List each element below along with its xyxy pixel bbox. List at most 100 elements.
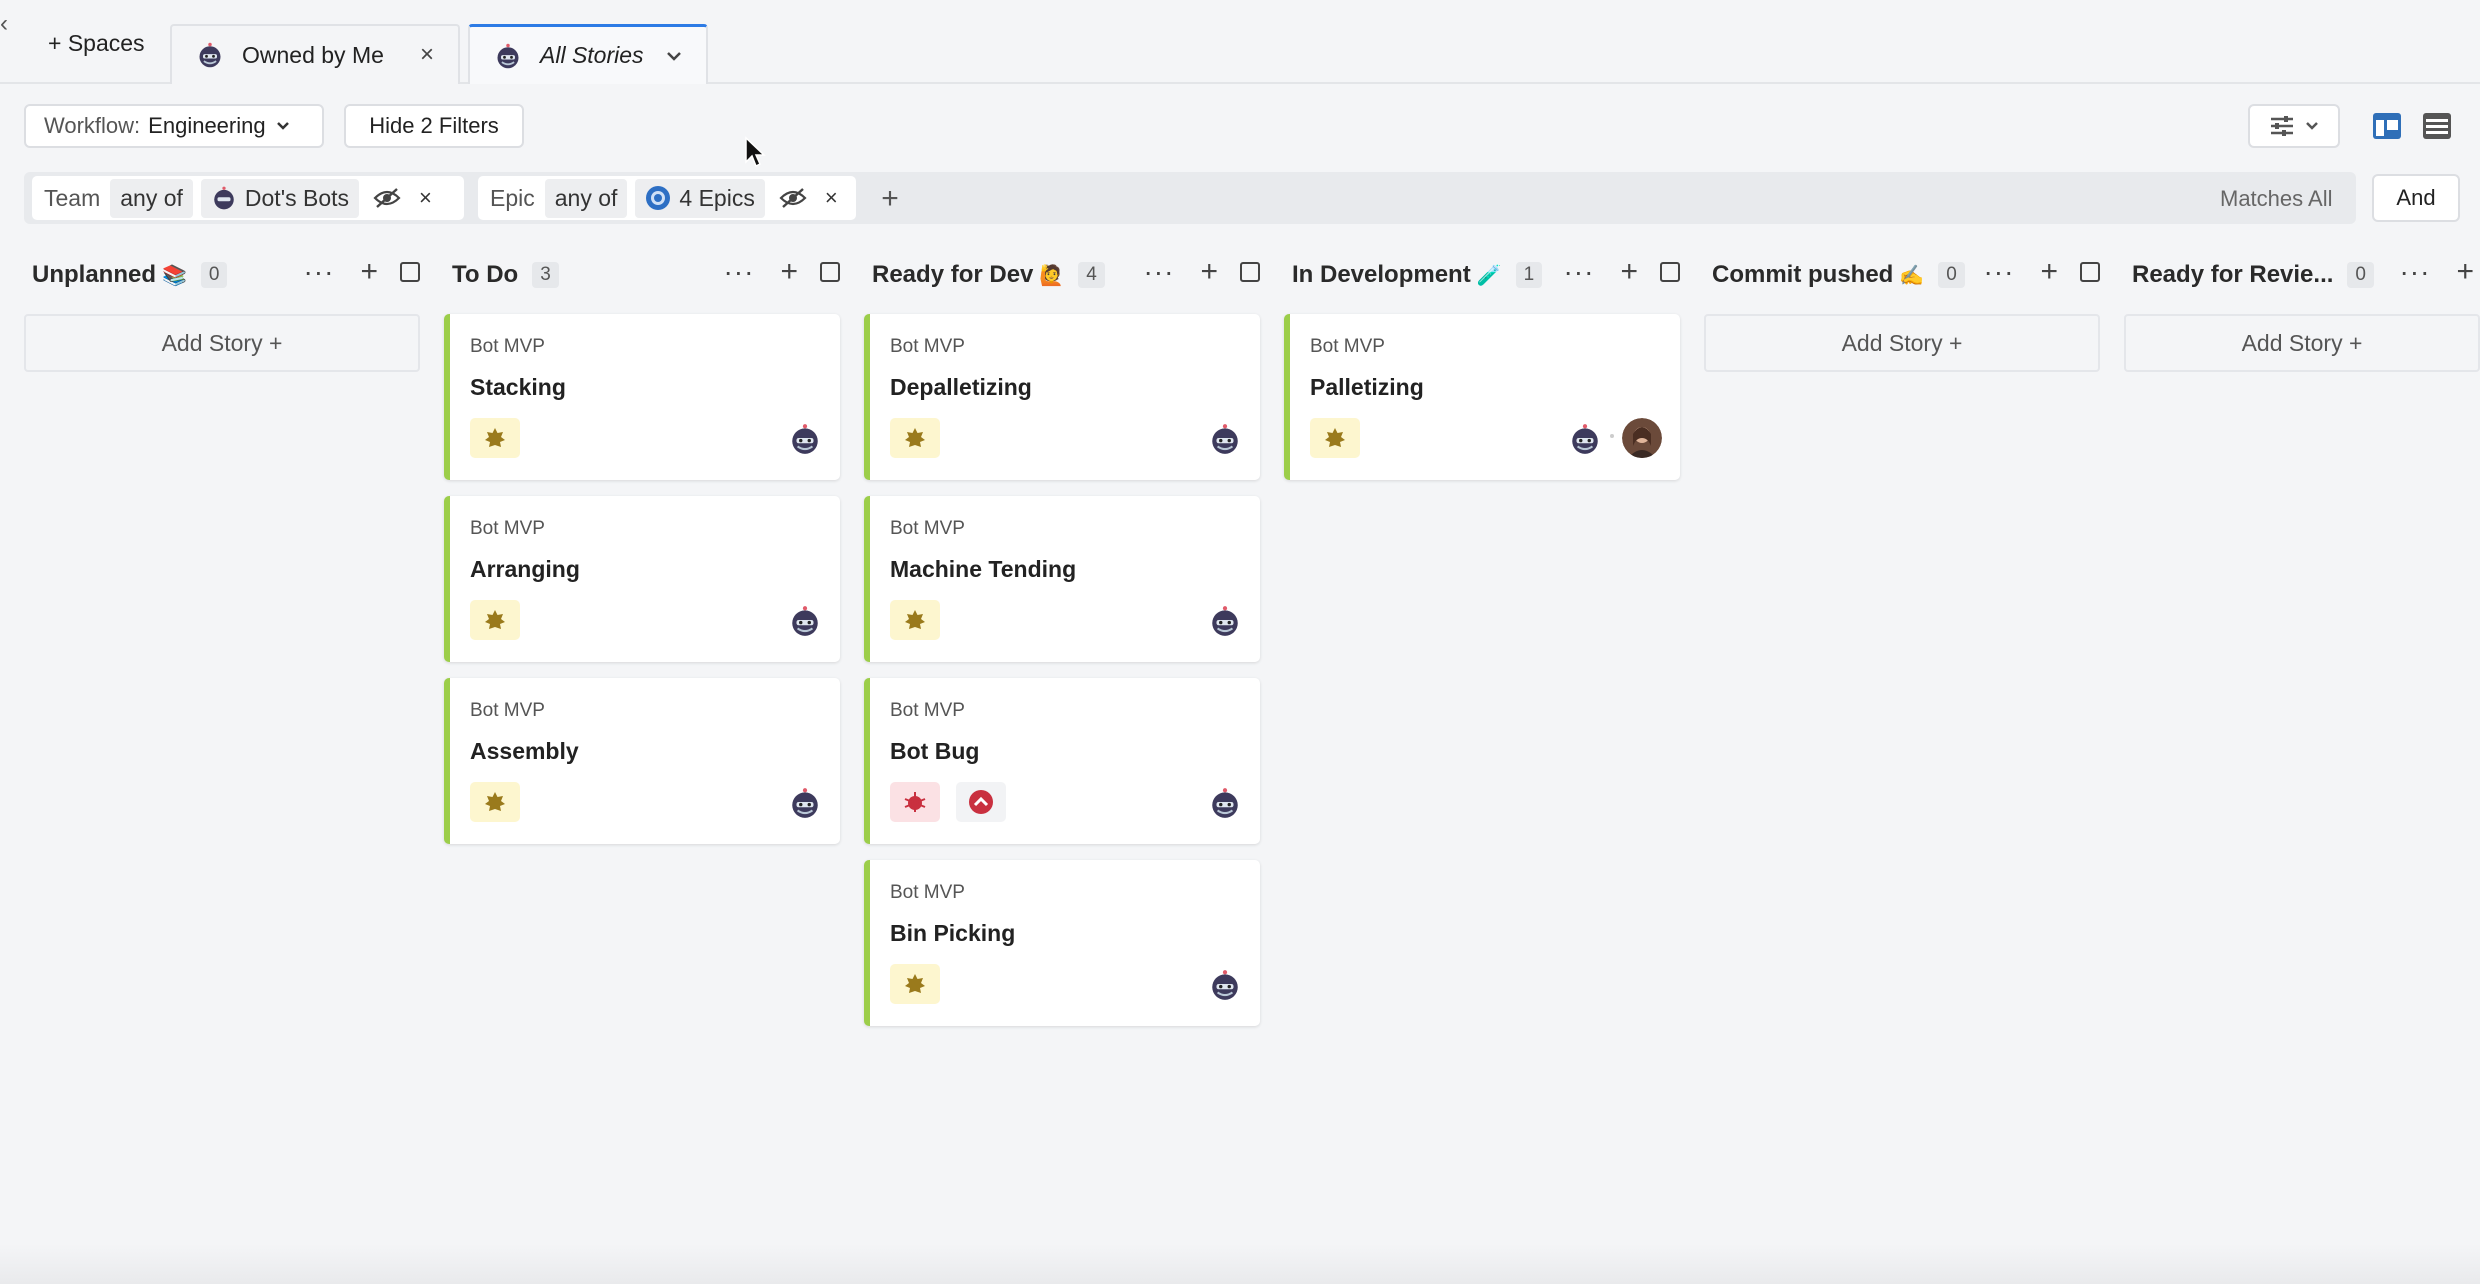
filter-operator[interactable]: any of xyxy=(110,178,193,218)
feature-type-badge xyxy=(470,418,520,458)
card-epic: Bot MVP xyxy=(470,518,545,539)
add-icon[interactable]: + xyxy=(2040,257,2058,287)
owner-avatar-icon[interactable] xyxy=(788,786,822,820)
column-emoji: 📚 xyxy=(162,264,187,287)
tab-all-stories[interactable]: All Stories xyxy=(468,24,708,84)
tab-owned-by-me[interactable]: Owned by Me × xyxy=(170,24,460,84)
column-count: 0 xyxy=(200,262,228,288)
filter-operator[interactable]: any of xyxy=(544,178,628,218)
column-header: In Development 🧪 1 ··· + xyxy=(1284,252,1680,298)
column-emoji: 🧪 xyxy=(1476,264,1502,287)
user-photo-avatar[interactable] xyxy=(1622,418,1662,458)
column-header: To Do 3 ··· + xyxy=(444,252,840,298)
owner-avatar-icon[interactable] xyxy=(1208,968,1242,1002)
add-icon[interactable]: + xyxy=(780,257,798,287)
chevron-down-icon xyxy=(2306,122,2318,130)
more-options-icon[interactable]: ··· xyxy=(2399,258,2430,286)
mouse-cursor-icon xyxy=(745,136,766,168)
column-title: Ready for Dev xyxy=(872,261,1034,288)
column-emoji: 🙋 xyxy=(1039,264,1065,287)
column-header: Ready for Revie... 0 ··· + xyxy=(2124,252,2480,298)
card-title: Depalletizing xyxy=(890,374,1032,400)
add-space-button[interactable]: + Spaces xyxy=(48,30,145,57)
card-title: Stacking xyxy=(470,374,566,400)
more-options-icon[interactable]: ··· xyxy=(1143,258,1174,286)
more-options-icon[interactable]: ··· xyxy=(303,258,334,286)
tab-all-stories-label: All Stories xyxy=(540,42,644,68)
story-card[interactable]: Bot MVP Bot Bug xyxy=(864,678,1260,844)
workflow-select[interactable]: Workflow: Engineering xyxy=(24,104,324,148)
add-filter-button[interactable]: + xyxy=(872,182,908,218)
filter-key: Epic xyxy=(490,184,535,211)
story-card[interactable]: Bot MVP Assembly xyxy=(444,678,840,844)
and-toggle-button[interactable]: And xyxy=(2372,174,2460,222)
list-view-icon[interactable] xyxy=(2422,112,2452,140)
more-options-icon[interactable]: ··· xyxy=(723,258,754,286)
add-story-button[interactable]: Add Story + xyxy=(1704,314,2100,372)
eye-off-icon[interactable] xyxy=(779,187,807,209)
column-header: Unplanned 📚 0 ··· + xyxy=(24,252,420,298)
add-story-button[interactable]: Add Story + xyxy=(2124,314,2480,372)
story-card[interactable]: Bot MVP Stacking xyxy=(444,314,840,480)
add-icon[interactable]: + xyxy=(1200,257,1218,287)
column-title: In Development xyxy=(1292,261,1471,288)
column-header: Commit pushed ✍️ 0 ··· + xyxy=(1704,252,2100,298)
board-view-icon[interactable] xyxy=(2372,112,2402,140)
column-header: Ready for Dev 🙋 4 ··· + xyxy=(864,252,1260,298)
owner-separator xyxy=(1610,434,1614,438)
feature-icon xyxy=(485,792,505,811)
close-icon[interactable]: × xyxy=(420,41,434,69)
card-epic: Bot MVP xyxy=(890,700,965,721)
eye-off-icon[interactable] xyxy=(373,187,401,209)
column-commit-pushed: Commit pushed ✍️ 0 ··· + Add Story + xyxy=(1704,252,2100,372)
filter-value[interactable]: Dot's Bots xyxy=(200,178,360,218)
story-card[interactable]: Bot MVP Palletizing xyxy=(1284,314,1680,480)
add-icon[interactable]: + xyxy=(360,257,378,287)
display-settings-button[interactable] xyxy=(2248,104,2340,148)
select-column-checkbox[interactable] xyxy=(400,262,420,282)
story-card[interactable]: Bot MVP Arranging xyxy=(444,496,840,662)
filter-value-label: 4 Epics xyxy=(679,184,755,211)
bot-avatar-icon xyxy=(214,186,234,210)
owner-avatar-icon[interactable] xyxy=(788,604,822,638)
chevron-down-icon xyxy=(276,122,289,130)
story-card[interactable]: Bot MVP Bin Picking xyxy=(864,860,1260,1026)
feature-icon xyxy=(905,974,925,993)
owner-avatar-icon[interactable] xyxy=(1208,604,1242,638)
tab-owned-label: Owned by Me xyxy=(242,41,384,68)
feature-icon xyxy=(485,610,505,629)
story-card[interactable]: Bot MVP Machine Tending xyxy=(864,496,1260,662)
owner-avatar-icon[interactable] xyxy=(1568,422,1602,456)
column-count: 0 xyxy=(2347,262,2374,288)
select-column-checkbox[interactable] xyxy=(820,262,840,282)
add-story-button[interactable]: Add Story + xyxy=(24,314,420,372)
more-options-icon[interactable]: ··· xyxy=(1563,258,1594,286)
select-column-checkbox[interactable] xyxy=(1660,262,1680,282)
collapse-sidebar-icon[interactable]: ‹ xyxy=(0,10,16,38)
card-epic: Bot MVP xyxy=(1310,336,1385,357)
workflow-key: Workflow: xyxy=(44,113,141,138)
hide-filters-button[interactable]: Hide 2 Filters xyxy=(344,104,524,148)
workflow-value: Engineering xyxy=(148,113,266,138)
sliders-icon xyxy=(2271,116,2293,136)
column-ready-for-dev: Ready for Dev 🙋 4 ··· + Bot MVP Depallet… xyxy=(864,252,1260,1026)
select-column-checkbox[interactable] xyxy=(2080,262,2100,282)
feature-type-badge xyxy=(890,418,940,458)
chevron-down-icon[interactable] xyxy=(666,50,682,62)
team-filter-chip[interactable]: Team any of Dot's Bots × xyxy=(32,176,464,220)
owner-avatar-icon[interactable] xyxy=(1208,422,1242,456)
remove-filter-icon[interactable]: × xyxy=(825,185,838,211)
filter-value[interactable]: 4 Epics xyxy=(635,178,765,218)
add-icon[interactable]: + xyxy=(2456,257,2474,287)
card-epic: Bot MVP xyxy=(470,336,545,357)
column-in-development: In Development 🧪 1 ··· + Bot MVP Palleti… xyxy=(1284,252,1680,480)
epic-filter-chip[interactable]: Epic any of 4 Epics × xyxy=(478,176,856,220)
select-column-checkbox[interactable] xyxy=(1240,262,1260,282)
add-icon[interactable]: + xyxy=(1620,257,1638,287)
owner-avatar-icon[interactable] xyxy=(788,422,822,456)
owner-avatar-icon[interactable] xyxy=(1208,786,1242,820)
story-card[interactable]: Bot MVP Depalletizing xyxy=(864,314,1260,480)
remove-filter-icon[interactable]: × xyxy=(419,185,432,211)
column-count: 1 xyxy=(1515,262,1543,288)
more-options-icon[interactable]: ··· xyxy=(1983,258,2014,286)
